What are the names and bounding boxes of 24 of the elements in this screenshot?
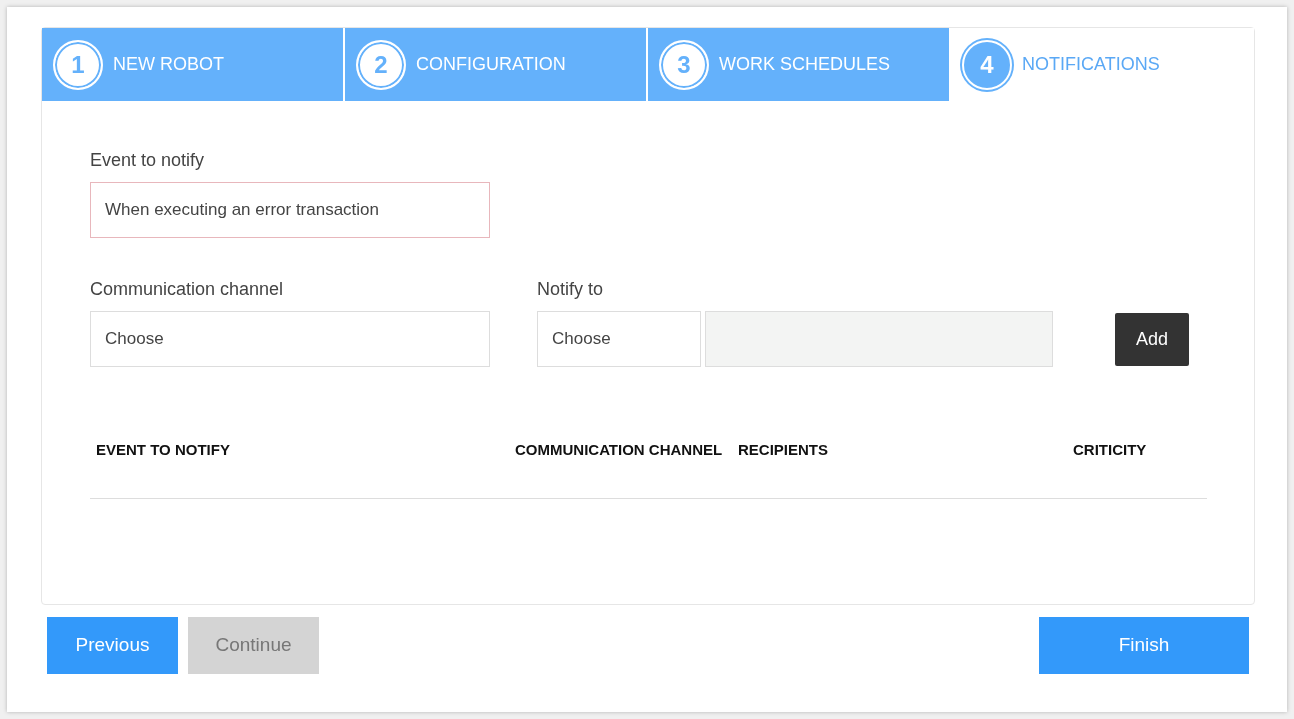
step-label: NOTIFICATIONS [1022, 53, 1160, 76]
step-label: CONFIGURATION [416, 53, 566, 76]
field-label: Event to notify [90, 149, 206, 172]
step-number: 2 [356, 39, 406, 90]
wizard-step-tab[interactable]: 3 WORK SCHEDULES [648, 28, 951, 101]
column-header: COMMUNICATION CHANNEL [515, 440, 724, 460]
event-input-field[interactable]: When executing an error transaction [90, 182, 490, 238]
field-label: Notify to [537, 278, 605, 301]
column-header: RECIPIENTS [738, 440, 829, 460]
step-label: WORK SCHEDULES [719, 53, 891, 76]
nav-button[interactable]: Previous [47, 617, 178, 674]
column-header: EVENT TO NOTIFY [96, 440, 231, 460]
step-label: NEW ROBOT [113, 53, 224, 76]
notify-select-field[interactable]: Choose [537, 311, 701, 367]
add-button[interactable]: Add [1115, 312, 1189, 366]
nav-button[interactable]: Finish [1039, 617, 1249, 674]
step-number: 3 [659, 39, 709, 90]
wizard-step-tab[interactable]: 2 CONFIGURATION [345, 28, 648, 101]
column-header: CRITICITY [1073, 440, 1148, 460]
field-label: Communication channel [90, 278, 285, 301]
step-number: 4 [962, 39, 1012, 90]
step-number: 1 [53, 39, 103, 90]
wizard-step-tab[interactable]: 1 NEW ROBOT [42, 28, 345, 101]
channel-select-field[interactable]: Choose [90, 311, 490, 367]
